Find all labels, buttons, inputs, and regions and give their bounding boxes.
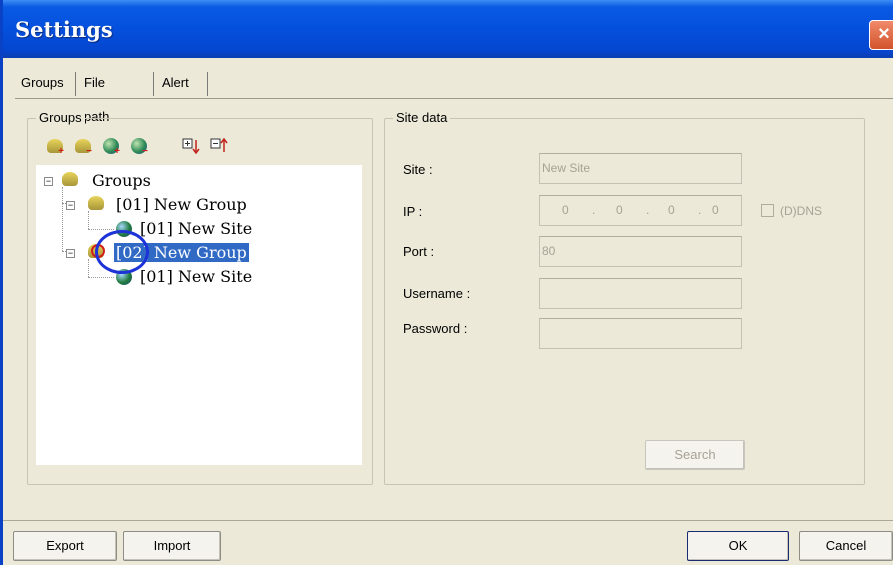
remove-site-button[interactable]: −: [127, 134, 151, 158]
expander-group-01[interactable]: −: [66, 201, 75, 210]
cancel-button[interactable]: Cancel: [799, 531, 893, 561]
expander-root[interactable]: −: [44, 177, 53, 186]
search-button[interactable]: Search: [645, 440, 745, 470]
import-button[interactable]: Import: [123, 531, 221, 561]
tree-node-root[interactable]: Groups: [92, 169, 151, 193]
groups-tree[interactable]: − Groups − [01] New Group [01] New Site …: [36, 165, 362, 465]
expander-group-02[interactable]: −: [66, 249, 75, 258]
close-button[interactable]: ×: [869, 20, 893, 50]
group-folder-icon: [62, 172, 78, 186]
title-bar: Settings: [3, 0, 893, 58]
collapse-all-button[interactable]: [207, 134, 231, 158]
settings-window: Settings × Groups File path Alert Groups…: [0, 0, 893, 565]
port-label: Port :: [403, 244, 435, 259]
footer-divider: [3, 520, 893, 521]
ip-input[interactable]: 0 . 0 . 0 . 0: [539, 195, 742, 226]
tab-separator: [75, 72, 76, 96]
ddns-label: (D)DNS: [780, 204, 822, 218]
tab-groups[interactable]: Groups: [15, 66, 70, 96]
site-data-legend: Site data: [393, 110, 451, 126]
group-folder-icon: [88, 196, 104, 210]
add-site-button[interactable]: +: [99, 134, 123, 158]
tab-separator: [207, 72, 208, 96]
username-label: Username :: [403, 286, 471, 301]
tab-separator: [153, 72, 154, 96]
add-group-button[interactable]: +: [43, 134, 67, 158]
annotation-circle: [95, 230, 149, 274]
expand-all-button[interactable]: [179, 134, 203, 158]
tab-file-path[interactable]: File path: [78, 66, 115, 124]
export-button[interactable]: Export: [13, 531, 117, 561]
password-label: Password :: [403, 321, 468, 336]
remove-group-button[interactable]: −: [71, 134, 95, 158]
site-input[interactable]: New Site: [539, 153, 742, 184]
tab-alert[interactable]: Alert: [156, 66, 195, 96]
collapse-all-icon: [210, 137, 228, 152]
password-input[interactable]: [539, 318, 742, 349]
tree-node-site[interactable]: [01] New Site: [140, 217, 252, 241]
ok-button[interactable]: OK: [687, 531, 789, 561]
groups-panel-legend: Groups: [36, 110, 85, 126]
expand-all-icon: [182, 138, 200, 155]
tree-node-group[interactable]: [01] New Group: [116, 193, 247, 217]
ddns-checkbox[interactable]: [761, 204, 774, 217]
window-title: Settings: [15, 17, 113, 42]
site-label: Site :: [403, 162, 433, 177]
tree-node-site[interactable]: [01] New Site: [140, 265, 252, 289]
username-input[interactable]: [539, 278, 742, 309]
tab-divider: [15, 98, 893, 99]
ip-label: IP :: [403, 204, 423, 219]
port-input[interactable]: 80: [539, 236, 742, 267]
